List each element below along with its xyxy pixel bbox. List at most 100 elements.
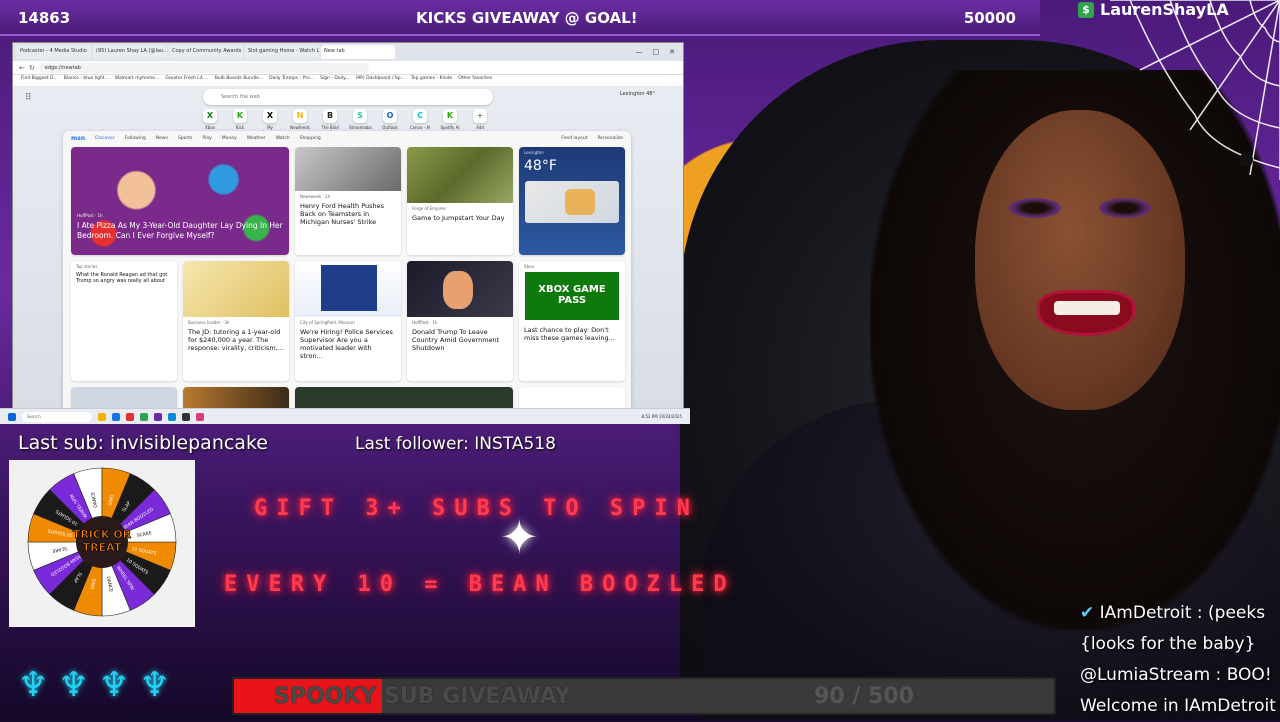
dollar-icon: $ — [1078, 1, 1094, 18]
news-card-featured[interactable]: HuffPost · 1h I Ate Pizza As My 3-Year-O… — [71, 147, 289, 255]
folder-icon[interactable] — [98, 412, 106, 421]
gift-subs-sign: GIFT 3+ SUBS TO SPIN — [254, 496, 699, 521]
browser-tab[interactable]: Copy of Community Awards 202... — [169, 45, 243, 59]
browser-window: Podcaster - 4 Media Studio (95) Lauren S… — [12, 42, 684, 414]
minimize-icon[interactable]: — — [636, 48, 643, 56]
news-headline: Game to Jumpstart Your Day — [412, 214, 505, 222]
app-icon[interactable] — [196, 412, 204, 421]
bookmark[interactable]: Top games - Kinde — [411, 76, 452, 85]
msn-nav-item[interactable]: News — [156, 136, 168, 141]
bookmark[interactable]: Other favorites — [458, 76, 492, 85]
sub-goal-count: 90 / 500 — [814, 684, 914, 709]
bookmark[interactable]: Blanco - blue light... — [64, 76, 109, 85]
bookmark[interactable]: Greater Fresh LA ... — [165, 76, 208, 85]
msn-nav-item[interactable]: Shopping — [300, 136, 321, 141]
start-icon[interactable] — [8, 412, 16, 421]
browser-tab[interactable]: Podcaster - 4 Media Studio — [17, 45, 91, 59]
web-search-input[interactable]: Search the web — [203, 89, 493, 105]
candle-icon: ♆ — [139, 665, 170, 705]
bookmark[interactable]: Bulb Boards Bundle... — [215, 76, 263, 85]
news-headline: What the Ronald Reagan ad that got Trump… — [76, 272, 168, 285]
app-icon[interactable] — [168, 412, 176, 421]
app-icon[interactable] — [154, 412, 162, 421]
news-headline: Donald Trump To Leave Country Amid Gover… — [412, 328, 500, 353]
msn-feed-panel: msn Discover Following News Sports Play … — [63, 131, 631, 413]
spider-web-icon — [1110, 0, 1280, 180]
maximize-icon[interactable]: □ — [653, 48, 660, 56]
msn-nav-item[interactable]: Discover — [95, 136, 115, 141]
check-icon: ✔ — [1080, 603, 1100, 623]
app-icon[interactable] — [182, 412, 190, 421]
feed-layout-button[interactable]: Feed layout — [561, 136, 587, 141]
chat-message: ✔ IAmDetroit : (peeks — [1080, 603, 1266, 623]
chat-message: {looks for the baby} — [1080, 634, 1256, 654]
news-card[interactable]: Newsweek · 2h Henry Ford Health Pushes B… — [295, 147, 401, 255]
msn-nav-item[interactable]: Play — [202, 136, 211, 141]
msn-nav: msn Discover Following News Sports Play … — [63, 131, 631, 145]
app-icon[interactable] — [126, 412, 134, 421]
bookmark[interactable]: (99) Dashboard / Sp... — [355, 76, 404, 85]
browser-tab-active[interactable]: New tab — [321, 45, 395, 59]
apps-grid-icon[interactable]: ⠿ — [25, 93, 32, 103]
back-icon[interactable]: ← — [19, 64, 25, 72]
bookmark[interactable]: Sign - Daily... — [320, 76, 349, 85]
topbar-left-count: 14863 — [18, 9, 71, 27]
msn-nav-item[interactable]: Watch — [276, 136, 290, 141]
bookmark[interactable]: Walmart myhome... — [115, 76, 159, 85]
chat-overlay: ✔ IAmDetroit : (peeks {looks for the bab… — [1080, 598, 1280, 722]
chat-message: @LumiaStream : BOO! — [1080, 665, 1272, 685]
weather-card[interactable]: Lexington 48°F — [519, 147, 625, 255]
news-card[interactable]: City of Springfield, Missouri We're Hiri… — [295, 261, 401, 381]
refresh-icon[interactable]: ↻ — [29, 64, 35, 72]
window-controls: — □ ✕ — [636, 48, 684, 56]
msn-nav-item[interactable]: Money — [222, 136, 237, 141]
news-card[interactable]: Top stories What the Ronald Reagan ad th… — [71, 261, 177, 381]
left-eye — [1009, 198, 1061, 218]
sub-goal-label: SPOOKY SUB GIVEAWAY — [274, 684, 571, 709]
personalize-button[interactable]: Personalize — [597, 136, 623, 141]
browser-tab[interactable]: Slot gaming Home - Watch Live... — [245, 45, 319, 59]
news-card[interactable]: HuffPost · 1h Donald Trump To Leave Coun… — [407, 261, 513, 381]
taskbar-search[interactable]: Search — [22, 411, 92, 422]
sparkle-icon: ✦ — [500, 510, 539, 564]
weather-summary[interactable]: Lexington 48° — [620, 91, 655, 97]
bookmark[interactable]: Find Biggest D... — [21, 76, 58, 85]
candle-icon: ♆ — [18, 665, 49, 705]
wheel-center-label: TRICK OR — [73, 528, 132, 541]
last-sub-label: Last sub: invisiblepancake — [18, 432, 268, 454]
right-eye — [1099, 198, 1151, 218]
tab-strip: Podcaster - 4 Media Studio (95) Lauren S… — [13, 43, 683, 61]
last-follower-label: Last follower: INSTA518 — [355, 434, 556, 454]
app-icon[interactable] — [140, 412, 148, 421]
url-input[interactable]: edge://newtab — [38, 62, 369, 73]
browser-icon[interactable] — [112, 412, 120, 421]
msn-logo[interactable]: msn — [71, 135, 85, 142]
ad-card[interactable]: Xbox XBOX GAME PASS Last chance to play:… — [519, 261, 625, 381]
news-card[interactable]: Forge of Empires Game to Jumpstart Your … — [407, 147, 513, 255]
candle-icon: ♆ — [98, 665, 130, 705]
xbox-game-pass-logo: XBOX GAME PASS — [525, 272, 619, 320]
candle-icon: ♆ — [58, 665, 89, 705]
mouth — [1037, 290, 1135, 336]
topbar-right-count: 50000 — [963, 9, 1016, 27]
news-headline: Last chance to play: Don't miss these ga… — [524, 326, 615, 343]
new-tab-page: ⠿ Search the web Lexington 48° X Xbox K Ki… — [13, 87, 683, 413]
chat-message: Welcome in IAmDetroit — [1080, 696, 1276, 716]
msn-nav-item[interactable]: Sports — [178, 136, 192, 141]
bookmarks-bar: Find Biggest D... Blanco - blue light...… — [13, 75, 683, 87]
windows-taskbar: Search 8:52 PM 10/24/2025 — [0, 408, 690, 424]
taskbar-clock: 8:52 PM 10/24/2025 — [641, 414, 682, 419]
close-icon[interactable]: ✕ — [669, 48, 675, 56]
goal-topbar: 14863 KICKS GIVEAWAY @ GOAL! 50000 — [0, 0, 1040, 36]
topbar-title: KICKS GIVEAWAY @ GOAL! — [416, 9, 638, 27]
news-card[interactable]: Business Insider · 3h The JD: tutoring a… — [183, 261, 289, 381]
temperature: 48°F — [524, 158, 557, 174]
msn-nav-item[interactable]: Weather — [247, 136, 266, 141]
address-bar: ← ↻ edge://newtab — [13, 61, 683, 75]
bean-boozled-sign: EVERY 10 = BEAN BOOZLED — [224, 572, 736, 597]
bookmark[interactable]: Daily Tramps - Pro... — [269, 76, 314, 85]
news-headline: We're Hiring! Police Services Supervisor… — [300, 328, 393, 361]
browser-tab[interactable]: (95) Lauren Shay LA (@lau... — [93, 45, 167, 59]
candle-decorations: ♆ ♆ ♆ ♆ — [18, 668, 170, 702]
msn-nav-item[interactable]: Following — [125, 136, 146, 141]
